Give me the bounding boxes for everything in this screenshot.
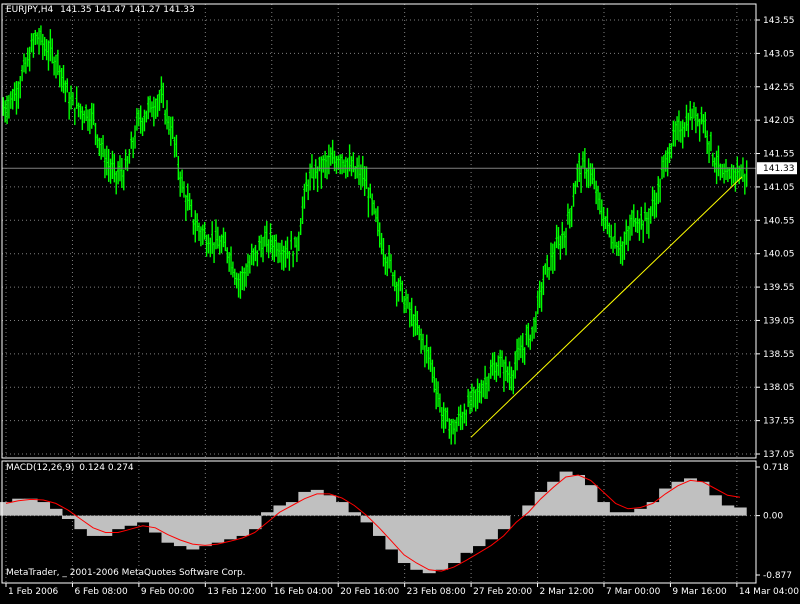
- price-tick-label: 141.55: [763, 150, 795, 160]
- price-tick-label: 143.05: [763, 49, 795, 59]
- time-tick-label: 14 Mar 04:00: [739, 587, 799, 597]
- macd-histogram-bar: [360, 515, 374, 523]
- macd-histogram-bar: [385, 515, 399, 550]
- low-value: 141.27: [128, 5, 161, 15]
- macd-histogram-bar: [659, 488, 673, 516]
- macd-histogram-bar: [460, 515, 474, 553]
- macd-histogram-bar: [671, 481, 685, 516]
- price-tick-label: 140.55: [763, 216, 795, 226]
- price-tick-label: 140.05: [763, 250, 795, 260]
- macd-histogram-bar: [24, 498, 38, 516]
- price-tick-label: 137.55: [763, 417, 795, 427]
- macd-main-value: 0.124: [79, 463, 105, 473]
- time-tick-label: 20 Feb 16:00: [340, 587, 399, 597]
- macd-histogram-bar: [49, 508, 63, 516]
- open-value: 141.35: [60, 5, 92, 15]
- price-tick-label: 142.05: [763, 116, 795, 126]
- time-tick-label: 13 Feb 12:00: [207, 587, 266, 597]
- macd-header: MACD(12,26,9) 0.124 0.274: [6, 463, 134, 473]
- macd-histogram-bar: [447, 515, 461, 564]
- macd-label: MACD(12,26,9): [6, 463, 75, 473]
- price-tick-label: 137.05: [763, 450, 795, 460]
- macd-histogram-bar: [596, 502, 610, 516]
- macd-histogram-bar: [198, 515, 212, 547]
- time-tick-label: 2 Mar 12:00: [540, 587, 595, 597]
- trading-chart-window[interactable]: 143.55 143.05 142.55 142.05 141.55 141.05 140.…: [0, 0, 800, 600]
- time-tick-label: 9 Feb 00:00: [141, 587, 195, 597]
- macd-histogram-bar: [323, 495, 337, 516]
- high-value: 141.47: [94, 5, 127, 15]
- time-tick-label: 7 Mar 00:00: [606, 587, 661, 597]
- macd-histogram-bar: [86, 515, 100, 536]
- macd-histogram-bar: [37, 502, 51, 516]
- macd-histogram-bar: [435, 515, 449, 570]
- macd-histogram-bar: [61, 515, 75, 520]
- macd-histogram-bar: [497, 515, 511, 530]
- macd-histogram-bar: [273, 505, 287, 516]
- macd-histogram-bar: [484, 515, 498, 540]
- macd-histogram-bar: [397, 515, 411, 564]
- macd-histogram-bar: [236, 515, 250, 536]
- price-tick-label: 143.55: [763, 16, 795, 26]
- macd-histogram-bar: [708, 495, 722, 516]
- macd-tick-label: 0.00: [763, 512, 783, 522]
- macd-histogram-bar: [248, 515, 262, 530]
- macd-histogram-bar: [634, 508, 648, 516]
- price-tick-label: 141.05: [763, 183, 795, 193]
- time-tick-label: 23 Feb 08:00: [407, 587, 466, 597]
- macd-histogram-bar: [609, 512, 623, 516]
- time-tick-label: 6 Feb 08:00: [74, 587, 128, 597]
- macd-histogram-bar: [646, 502, 660, 516]
- macd-histogram-bar: [472, 515, 486, 547]
- price-tick-label: 138.05: [763, 383, 795, 393]
- macd-histogram-bar: [721, 505, 735, 516]
- time-tick-label: 9 Mar 16:00: [672, 587, 727, 597]
- chart-canvas[interactable]: 143.55 143.05 142.55 142.05 141.55 141.05 140.…: [0, 0, 800, 600]
- price-tick-label: 138.55: [763, 350, 795, 360]
- macd-histogram-bar: [261, 512, 274, 516]
- macd-signal-value: 0.274: [107, 463, 134, 473]
- price-tick-label: 139.55: [763, 283, 795, 293]
- time-tick-label: 27 Feb 20:00: [473, 587, 532, 597]
- macd-histogram-bar: [285, 502, 299, 516]
- macd-histogram-bar: [136, 515, 150, 523]
- macd-histogram-bar: [410, 515, 424, 570]
- time-tick-label: 16 Feb 04:00: [274, 587, 333, 597]
- macd-histogram-bar: [584, 485, 598, 516]
- macd-histogram-bar: [211, 515, 225, 543]
- time-tick-label: 1 Feb 2006: [8, 587, 59, 597]
- macd-tick-label: -0.877: [763, 571, 792, 581]
- macd-histogram-bar: [621, 512, 635, 516]
- price-tick-label: 142.55: [763, 83, 795, 93]
- macd-histogram-bar: [422, 515, 436, 574]
- macd-histogram-bar: [733, 507, 747, 516]
- macd-histogram-bar: [572, 474, 585, 516]
- macd-histogram-bar: [335, 502, 349, 516]
- macd-histogram-bar: [111, 515, 125, 530]
- macd-histogram-bar: [559, 471, 573, 516]
- macd-histogram-bar: [124, 515, 138, 526]
- price-tick-label: 139.05: [763, 316, 795, 326]
- price-header: EURJPY,H4 141.35 141.47 141.27 141.33: [6, 5, 195, 15]
- macd-tick-label: 0.718: [763, 463, 789, 473]
- copyright-text: MetaTrader, _ 2001-2006 MetaQuotes Softw…: [6, 568, 246, 578]
- symbol-label: EURJPY,H4: [6, 5, 54, 15]
- macd-histogram-bar: [348, 512, 362, 516]
- macd-histogram-bar: [696, 481, 710, 516]
- macd-histogram-bar: [684, 478, 697, 516]
- macd-histogram-bar: [223, 515, 237, 540]
- close-value: 141.33: [163, 5, 195, 15]
- current-price-label: 141.33: [763, 164, 795, 174]
- macd-histogram-bar: [298, 491, 312, 516]
- macd-histogram-bar: [161, 515, 175, 543]
